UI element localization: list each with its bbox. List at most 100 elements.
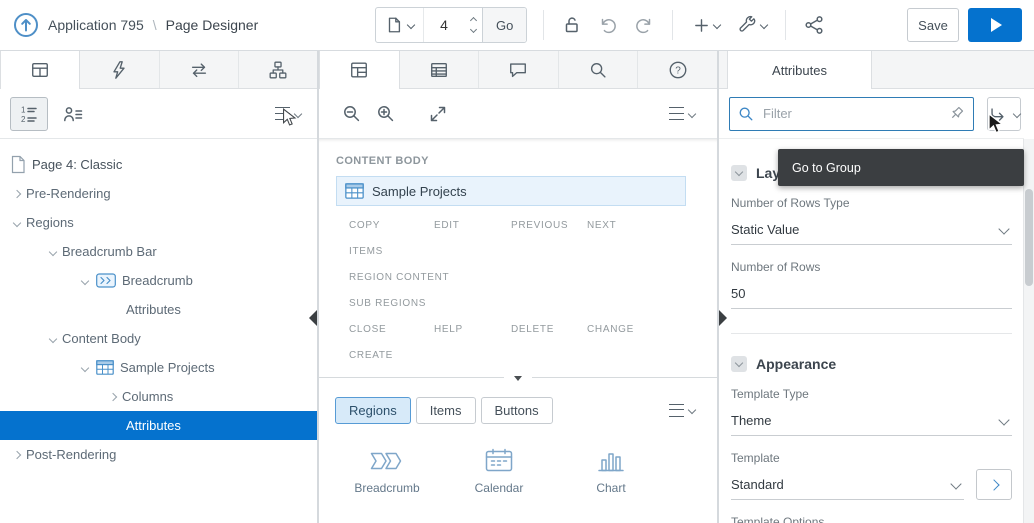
- number-of-rows-type-select[interactable]: Static Value: [731, 214, 1012, 245]
- utilities-menu-button[interactable]: [729, 7, 775, 43]
- tree-node-label: Breadcrumb Bar: [62, 244, 157, 259]
- chevron-right-icon[interactable]: [8, 179, 26, 208]
- collapse-section-icon[interactable]: [731, 356, 747, 372]
- undo-button[interactable]: [590, 7, 626, 43]
- tab-attributes[interactable]: Attributes: [727, 51, 872, 89]
- number-of-rows-input[interactable]: 50: [731, 278, 1012, 309]
- drop-slot-next[interactable]: NEXT: [587, 219, 686, 232]
- drop-slot-edit[interactable]: EDIT: [434, 219, 511, 232]
- drop-slot-copy[interactable]: COPY: [349, 219, 434, 232]
- splitter-right[interactable]: [717, 51, 719, 523]
- region-sample-projects[interactable]: Sample Projects: [336, 176, 686, 206]
- display-order-button[interactable]: 12: [10, 96, 48, 131]
- chevron-up-icon[interactable]: [469, 16, 477, 25]
- chevron-down-icon[interactable]: [44, 324, 62, 353]
- app-breadcrumb: Application 795 \ Page Designer: [0, 12, 309, 38]
- chevron-right-icon[interactable]: [8, 440, 26, 469]
- drop-slot-create[interactable]: CREATE: [349, 349, 686, 362]
- gallery-tab-buttons[interactable]: Buttons: [480, 396, 553, 424]
- gallery-collapse-handle[interactable]: [504, 373, 532, 383]
- drop-slot-sub-regions[interactable]: SUB REGIONS: [349, 297, 686, 310]
- svg-text:2: 2: [21, 115, 26, 124]
- gallery-tab-items[interactable]: Items: [415, 396, 476, 424]
- tree-node-sample-projects[interactable]: Sample Projects: [0, 353, 317, 382]
- tab-component-view[interactable]: [400, 51, 480, 88]
- tree-node-post-rendering[interactable]: Post-Rendering: [0, 440, 317, 469]
- chevron-down-icon[interactable]: [8, 208, 26, 237]
- application-label[interactable]: Application 795: [48, 17, 144, 33]
- expand-layout-button[interactable]: [421, 97, 455, 131]
- triangle-down-icon: [514, 375, 522, 381]
- tab-layout[interactable]: [319, 51, 400, 89]
- gallery-tab-regions[interactable]: Regions: [335, 396, 411, 424]
- redo-button[interactable]: [626, 7, 662, 43]
- scrollbar-track[interactable]: [1023, 139, 1034, 523]
- template-select[interactable]: Standard: [731, 469, 964, 500]
- page-lock-button[interactable]: [554, 7, 590, 43]
- filter-input[interactable]: [761, 105, 941, 122]
- gallery-item-calendar[interactable]: Calendar: [443, 439, 555, 495]
- processing-order-button[interactable]: [56, 97, 90, 131]
- tab-page-search[interactable]: [559, 51, 639, 88]
- filter-input-wrap: [729, 96, 974, 131]
- tree-node-columns[interactable]: Columns: [0, 382, 317, 411]
- chevron-right-icon[interactable]: [104, 382, 122, 411]
- field-label: Number of Rows Type: [731, 196, 850, 210]
- gallery-item-breadcrumb[interactable]: Breadcrumb: [331, 439, 443, 495]
- drop-slot-items[interactable]: ITEMS: [349, 245, 686, 258]
- chart-icon: [555, 439, 667, 473]
- tree-node-breadcrumb[interactable]: Breadcrumb: [0, 266, 317, 295]
- zoom-out-button[interactable]: [335, 97, 369, 131]
- tree-node-content-body[interactable]: Content Body: [0, 324, 317, 353]
- drop-slot-help[interactable]: HELP: [434, 323, 511, 336]
- field-number-of-rows-type: Number of Rows Type Static Value: [731, 196, 1012, 245]
- drop-slot-change[interactable]: CHANGE: [587, 323, 686, 336]
- chevron-down-icon: [687, 109, 697, 118]
- tree-node-page[interactable]: Page 4: Classic: [0, 150, 317, 179]
- gallery-item-chart[interactable]: Chart: [555, 439, 667, 495]
- scrollbar-thumb[interactable]: [1025, 189, 1033, 286]
- tree-node-pre-rendering[interactable]: Pre-Rendering: [0, 179, 317, 208]
- shared-components-button[interactable]: [796, 7, 832, 43]
- template-detail-button[interactable]: [976, 469, 1012, 500]
- page-finder-button[interactable]: [376, 8, 424, 42]
- page-number-input[interactable]: [424, 16, 464, 34]
- splitter-left[interactable]: [317, 51, 319, 523]
- drop-slot-previous[interactable]: PREVIOUS: [511, 219, 587, 232]
- collapse-left-panel-handle[interactable]: [309, 310, 317, 326]
- tab-processing[interactable]: [160, 51, 239, 88]
- tree-node-label: Breadcrumb: [122, 273, 193, 288]
- run-button[interactable]: [968, 8, 1022, 42]
- chevron-down-icon[interactable]: [76, 353, 94, 382]
- divider: [672, 10, 674, 40]
- zoom-in-button[interactable]: [369, 97, 403, 131]
- template-type-select[interactable]: Theme: [731, 405, 1012, 436]
- create-menu-button[interactable]: [683, 7, 729, 43]
- tab-rendering[interactable]: [0, 51, 81, 89]
- layout-menu-button[interactable]: [663, 97, 701, 131]
- drop-slot-delete[interactable]: DELETE: [511, 323, 587, 336]
- classic-report-icon: [345, 183, 364, 199]
- collapse-right-panel-handle[interactable]: [719, 310, 727, 326]
- tree-node-attributes-selected[interactable]: Attributes: [0, 411, 317, 440]
- collapse-section-icon[interactable]: [731, 165, 747, 181]
- apex-logo-icon[interactable]: [13, 12, 39, 38]
- drop-slot-close[interactable]: CLOSE: [349, 323, 434, 336]
- tab-page-shared-components[interactable]: [239, 51, 317, 88]
- tree-node-breadcrumb-attributes[interactable]: Attributes: [0, 295, 317, 324]
- gallery-menu-button[interactable]: [663, 393, 701, 427]
- tree-node-regions[interactable]: Regions: [0, 208, 317, 237]
- tab-messages[interactable]: [479, 51, 559, 88]
- tree-node-breadcrumb-bar[interactable]: Breadcrumb Bar: [0, 237, 317, 266]
- chevron-down-icon[interactable]: [469, 25, 477, 34]
- chevron-down-icon[interactable]: [44, 237, 62, 266]
- pin-icon[interactable]: [948, 105, 965, 122]
- tab-help[interactable]: ?: [638, 51, 717, 88]
- tab-dynamic-actions[interactable]: [80, 51, 160, 88]
- classic-report-icon: [96, 360, 114, 375]
- chevron-down-icon: [1012, 109, 1022, 118]
- page-number-stepper[interactable]: [464, 16, 482, 34]
- chevron-down-icon[interactable]: [76, 266, 94, 295]
- save-button[interactable]: Save: [907, 8, 959, 42]
- go-button[interactable]: Go: [482, 8, 527, 42]
